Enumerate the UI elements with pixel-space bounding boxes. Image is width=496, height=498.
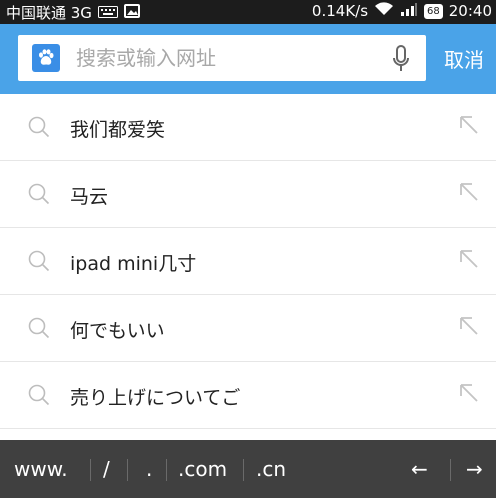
carrier-label: 中国联通 3G	[6, 4, 92, 22]
signal-icon	[400, 2, 418, 20]
suggestion-item[interactable]: 何でもいい	[0, 295, 496, 362]
dot-shortcut[interactable]: .	[146, 457, 152, 481]
divider	[243, 459, 244, 481]
divider	[166, 459, 167, 481]
cursor-left-button[interactable]: ←	[411, 457, 428, 481]
keyboard-icon	[97, 4, 118, 22]
divider	[127, 459, 128, 481]
cn-shortcut[interactable]: .cn	[256, 457, 286, 481]
suggestion-label: 马云	[70, 186, 109, 208]
suggestion-label: ipad mini几寸	[70, 253, 197, 275]
fill-query-arrow-icon[interactable]	[458, 315, 480, 341]
slash-shortcut[interactable]: /	[103, 457, 110, 481]
fill-query-arrow-icon[interactable]	[458, 382, 480, 408]
suggestion-label: 売り上げについてご	[70, 387, 241, 409]
baidu-paw-icon[interactable]	[32, 44, 60, 72]
suggestion-item[interactable]: 売り上げについてご	[0, 362, 496, 429]
wifi-icon	[374, 2, 394, 20]
cursor-right-button[interactable]: →	[466, 457, 483, 481]
suggestion-item[interactable]: 马云	[0, 161, 496, 228]
divider	[450, 459, 451, 481]
suggestion-item[interactable]: ipad mini几寸	[0, 228, 496, 295]
www-shortcut[interactable]: www.	[14, 457, 68, 481]
search-input[interactable]	[74, 45, 358, 71]
search-icon	[28, 183, 50, 209]
clock: 20:40	[448, 2, 492, 20]
fill-query-arrow-icon[interactable]	[458, 181, 480, 207]
network-speed: 0.14K/s	[311, 2, 369, 20]
url-shortcut-bar: www. / . .com .cn ← →	[0, 440, 496, 498]
suggestion-item[interactable]: 我们都爱笑	[0, 94, 496, 161]
search-box[interactable]	[18, 35, 426, 81]
search-icon	[28, 116, 50, 142]
suggestion-list: 我们都爱笑 马云 ipad mini几寸 何でもいい 売り上げについてご	[0, 94, 496, 429]
suggestion-label: 我们都爱笑	[70, 119, 166, 141]
search-icon	[28, 317, 50, 343]
microphone-icon[interactable]	[392, 45, 410, 77]
suggestion-label: 何でもいい	[70, 320, 165, 342]
fill-query-arrow-icon[interactable]	[458, 114, 480, 140]
cancel-button[interactable]: 取消	[444, 44, 484, 73]
battery-indicator: 68	[424, 3, 443, 19]
search-header: 取消	[0, 24, 496, 94]
search-icon	[28, 250, 50, 276]
com-shortcut[interactable]: .com	[178, 457, 227, 481]
search-icon	[28, 384, 50, 410]
divider	[90, 459, 91, 481]
status-bar: 中国联通 3G 0.14K/s 68 20:40	[0, 0, 496, 24]
fill-query-arrow-icon[interactable]	[458, 248, 480, 274]
image-icon	[123, 3, 140, 22]
